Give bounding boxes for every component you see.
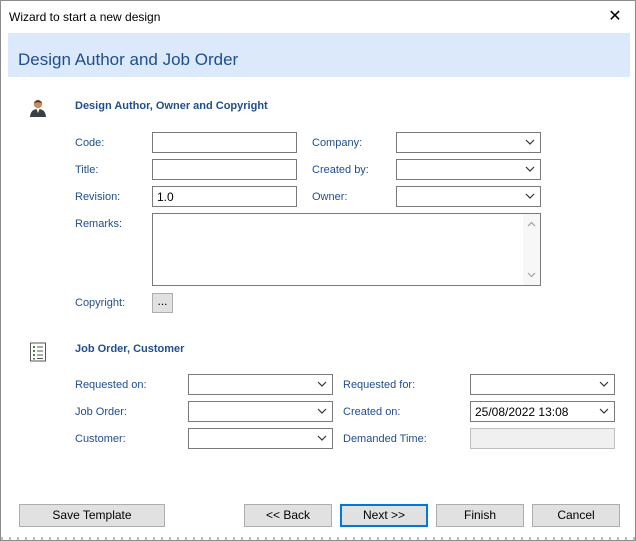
author-section-title: Design Author, Owner and Copyright [75, 100, 268, 112]
title-bar: Wizard to start a new design ✕ [1, 1, 635, 33]
chevron-down-icon[interactable] [597, 404, 611, 418]
requested-for-label: Requested for: [343, 379, 416, 391]
copyright-label: Copyright: [75, 297, 126, 309]
demanded-time-label: Demanded Time: [343, 433, 427, 445]
back-button[interactable]: << Back [244, 504, 332, 527]
page-title: Design Author and Job Order [18, 50, 239, 69]
code-label: Code: [75, 137, 105, 149]
requested-on-label: Requested on: [75, 379, 147, 391]
code-input[interactable] [152, 132, 297, 153]
company-combo[interactable] [396, 132, 541, 153]
header-band: Design Author and Job Order [8, 33, 630, 77]
chevron-down-icon[interactable] [523, 135, 537, 149]
cancel-button[interactable]: Cancel [532, 504, 620, 527]
customer-combo[interactable] [188, 428, 333, 449]
close-icon[interactable]: ✕ [603, 5, 627, 29]
save-template-button[interactable]: Save Template [19, 504, 165, 527]
chevron-down-icon[interactable] [526, 269, 537, 280]
next-button[interactable]: Next >> [340, 504, 428, 527]
created-by-combo[interactable] [396, 159, 541, 180]
remarks-label: Remarks: [75, 218, 123, 230]
job-section-title: Job Order, Customer [75, 343, 185, 355]
revision-input[interactable] [152, 186, 297, 207]
chevron-down-icon[interactable] [523, 189, 537, 203]
company-label: Company: [312, 137, 363, 149]
job-order-label: Job Order: [75, 406, 127, 418]
chevron-down-icon[interactable] [315, 404, 329, 418]
person-icon [29, 98, 47, 121]
finish-button[interactable]: Finish [436, 504, 524, 527]
remarks-textarea[interactable] [152, 213, 541, 286]
demanded-time-field [470, 428, 615, 449]
wizard-window: Wizard to start a new design ✕ Design Au… [0, 0, 636, 541]
customer-label: Customer: [75, 433, 126, 445]
created-by-label: Created by: [312, 164, 369, 176]
owner-label: Owner: [312, 191, 348, 203]
chevron-down-icon[interactable] [315, 377, 329, 391]
created-on-datepicker[interactable]: 25/08/2022 13:08 [470, 401, 615, 422]
resize-grip-edge [1, 537, 635, 540]
title-label: Title: [75, 164, 99, 176]
created-on-value: 25/08/2022 13:08 [475, 405, 569, 419]
requested-for-combo[interactable] [470, 374, 615, 395]
chevron-down-icon[interactable] [597, 377, 611, 391]
chevron-up-icon[interactable] [526, 219, 537, 230]
requested-on-combo[interactable] [188, 374, 333, 395]
created-on-label: Created on: [343, 406, 401, 418]
window-title: Wizard to start a new design [9, 10, 161, 24]
revision-label: Revision: [75, 191, 121, 203]
copyright-browse-button[interactable]: ... [152, 293, 173, 313]
chevron-down-icon[interactable] [523, 162, 537, 176]
owner-combo[interactable] [396, 186, 541, 207]
checklist-icon [29, 342, 47, 365]
job-order-combo[interactable] [188, 401, 333, 422]
title-input[interactable] [152, 159, 297, 180]
remarks-scrollbar[interactable] [523, 214, 540, 285]
chevron-down-icon[interactable] [315, 431, 329, 445]
